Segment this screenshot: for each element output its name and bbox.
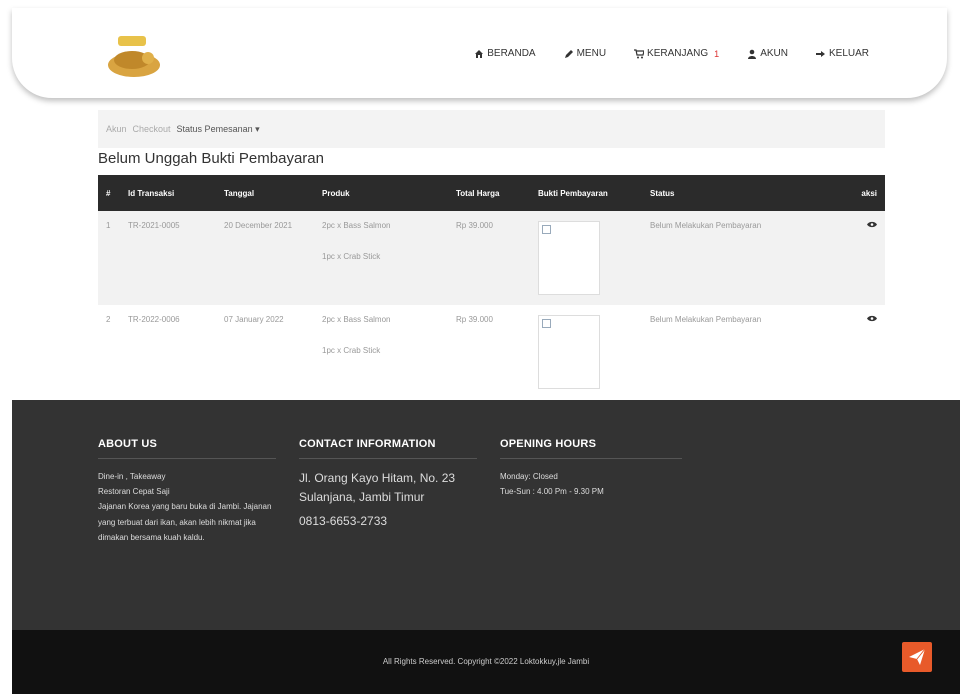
row-proof xyxy=(530,305,642,399)
about-description: Jajanan Korea yang baru buka di Jambi. J… xyxy=(98,502,272,542)
nav-menu-label: MENU xyxy=(576,48,607,59)
table-row: 2 TR-2022-0006 07 January 2022 2pc x Bas… xyxy=(98,305,885,399)
row-date: 20 December 2021 xyxy=(216,211,314,305)
header-status: Status xyxy=(642,175,842,211)
about-line: Restoran Cepat Saji xyxy=(98,487,170,497)
row-action xyxy=(842,211,885,305)
logout-icon xyxy=(815,50,825,57)
broken-image-icon xyxy=(542,319,551,328)
header-date: Tanggal xyxy=(216,175,314,211)
home-icon xyxy=(475,49,484,58)
nav-menu[interactable]: MENU xyxy=(564,48,606,59)
row-id: TR-2022-0006 xyxy=(120,305,216,399)
broken-image-icon xyxy=(542,225,551,234)
row-date: 07 January 2022 xyxy=(216,305,314,399)
row-total: Rp 39.000 xyxy=(448,211,530,305)
header-action: aksi xyxy=(842,175,885,211)
copyright-text: All Rights Reserved. Copyright ©2022 Lok… xyxy=(382,657,590,666)
row-action xyxy=(842,305,885,399)
product-line: 1pc x Crab Stick xyxy=(322,252,381,261)
product-line: 1pc x Crab Stick xyxy=(322,346,381,355)
nav-keranjang-label: KERANJANG xyxy=(647,48,709,59)
paper-plane-icon xyxy=(909,648,926,665)
page-title: Belum Unggah Bukti Pembayaran xyxy=(98,150,324,167)
row-status: Belum Melakukan Pembayaran xyxy=(642,211,842,305)
header-product: Produk xyxy=(314,175,448,211)
footer-hours-title: OPENING HOURS xyxy=(500,438,597,450)
divider xyxy=(299,458,477,459)
header-proof: Bukti Pembayaran xyxy=(530,175,642,211)
footer-contact: CONTACT INFORMATION Jl. Orang Kayo Hitam… xyxy=(299,438,477,531)
header-no: # xyxy=(98,175,120,211)
about-line: Dine-in , Takeaway xyxy=(98,472,166,481)
copyright-bar: All Rights Reserved. Copyright ©2022 Lok… xyxy=(12,630,960,694)
row-total: Rp 39.000 xyxy=(448,305,530,399)
nav-keluar-label: KELUAR xyxy=(828,48,869,59)
eye-icon[interactable] xyxy=(867,221,877,228)
table-header-row: # Id Transaksi Tanggal Produk Total Harg… xyxy=(98,175,885,211)
eye-icon[interactable] xyxy=(867,315,877,322)
nav-keluar[interactable]: KELUAR xyxy=(815,48,869,59)
product-line: 2pc x Bass Salmon xyxy=(322,315,391,324)
header-id: Id Transaksi xyxy=(120,175,216,211)
contact-address: Jl. Orang Kayo Hitam, No. 23 Sulanjana, … xyxy=(299,471,456,504)
footer: ABOUT US Dine-in , Takeaway Restoran Cep… xyxy=(12,400,960,630)
nav-beranda[interactable]: BERANDA xyxy=(474,48,536,59)
row-no: 1 xyxy=(98,211,120,305)
row-proof xyxy=(530,211,642,305)
nav-akun-label: AKUN xyxy=(760,48,788,59)
nav-beranda-label: BERANDA xyxy=(487,48,536,59)
cart-icon xyxy=(634,48,645,58)
breadcrumb-akun[interactable]: Akun xyxy=(106,124,127,148)
footer-contact-title: CONTACT INFORMATION xyxy=(299,438,436,450)
header-total: Total Harga xyxy=(448,175,530,211)
pencil-icon xyxy=(564,49,573,58)
row-products: 2pc x Bass Salmon 1pc x Crab Stick xyxy=(314,305,448,399)
breadcrumb-checkout[interactable]: Checkout xyxy=(133,124,171,148)
breadcrumb-status[interactable]: Status Pemesanan ▾ xyxy=(177,124,260,148)
footer-about-title: ABOUT US xyxy=(98,438,158,450)
cart-count-badge: 1 xyxy=(714,48,720,59)
table-row: 1 TR-2021-0005 20 December 2021 2pc x Ba… xyxy=(98,211,885,305)
footer-about: ABOUT US Dine-in , Takeaway Restoran Cep… xyxy=(98,438,276,545)
payment-proof-image[interactable] xyxy=(538,315,600,389)
user-icon xyxy=(748,49,757,59)
hours-line: Monday: Closed xyxy=(500,472,558,481)
payment-proof-image[interactable] xyxy=(538,221,600,295)
contact-phone[interactable]: 0813-6653-2733 xyxy=(299,512,477,531)
row-status: Belum Melakukan Pembayaran xyxy=(642,305,842,399)
nav-keranjang[interactable]: KERANJANG 1 xyxy=(634,48,719,59)
nav-akun[interactable]: AKUN xyxy=(747,48,788,59)
breadcrumb: Akun Checkout Status Pemesanan ▾ xyxy=(98,110,885,148)
divider xyxy=(500,458,682,459)
row-no: 2 xyxy=(98,305,120,399)
scroll-top-button[interactable] xyxy=(902,642,932,672)
product-line: 2pc x Bass Salmon xyxy=(322,221,391,230)
hours-line: Tue-Sun : 4.00 Pm - 9.30 PM xyxy=(500,487,604,497)
navbar: BERANDA MENU KERANJANG 1 AKUN KELUAR xyxy=(12,8,947,98)
logo[interactable] xyxy=(104,30,166,80)
row-id: TR-2021-0005 xyxy=(120,211,216,305)
orders-table: # Id Transaksi Tanggal Produk Total Harg… xyxy=(98,175,885,399)
divider xyxy=(98,458,276,459)
row-products: 2pc x Bass Salmon 1pc x Crab Stick xyxy=(314,211,448,305)
footer-hours: OPENING HOURS Monday: Closed Tue-Sun : 4… xyxy=(500,438,682,499)
